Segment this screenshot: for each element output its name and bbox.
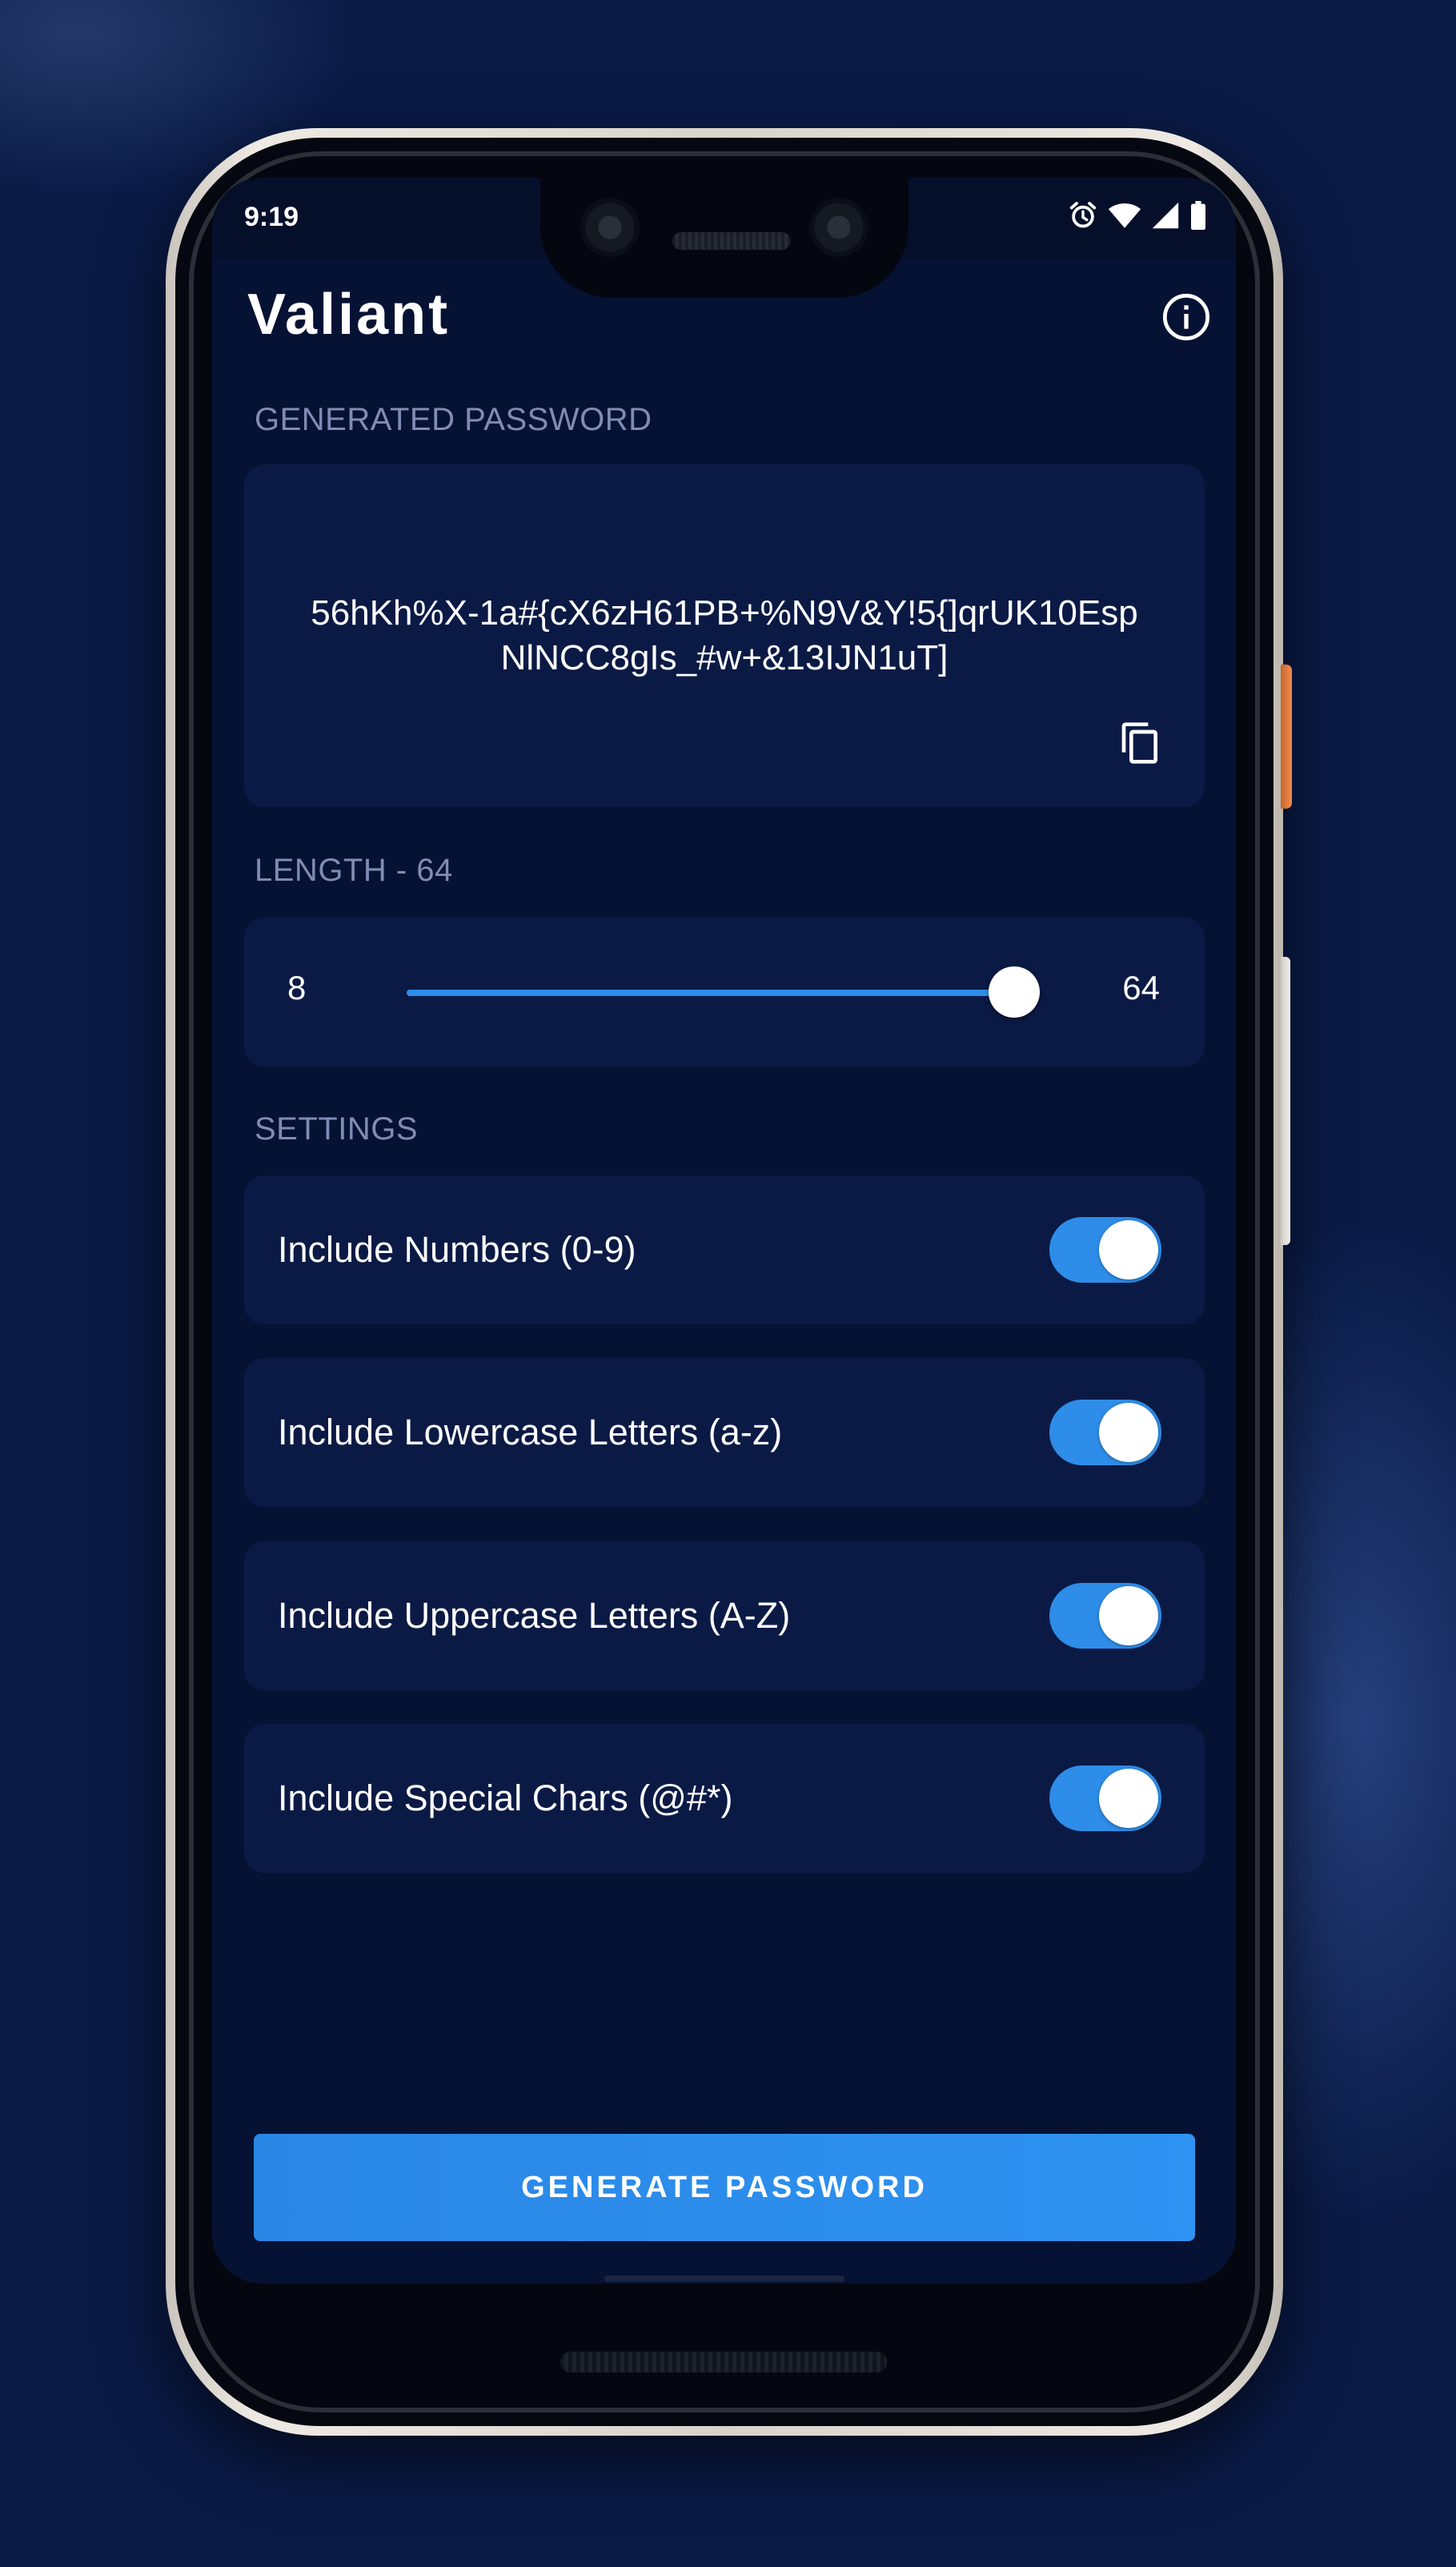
signal-icon	[1152, 202, 1179, 229]
toggle-knob	[1099, 1586, 1158, 1645]
setting-row-special-chars: Include Special Chars (@#*)	[244, 1724, 1205, 1873]
toggle-knob	[1099, 1403, 1158, 1462]
length-label: LENGTH - 64	[255, 853, 453, 888]
app-screen: 9:19 Valiant GENERATED PASSWORD 56hKh%X-…	[212, 178, 1236, 2284]
length-slider-thumb[interactable]	[989, 966, 1040, 1018]
toggle-special-chars[interactable]	[1049, 1766, 1161, 1831]
info-icon	[1162, 293, 1210, 341]
password-card: 56hKh%X-1a#{cX6zH61PB+%N9V&Y!5{]qrUK10Es…	[244, 464, 1205, 807]
copy-icon	[1121, 722, 1157, 764]
alarm-icon	[1069, 202, 1097, 228]
setting-label-numbers: Include Numbers (0-9)	[278, 1229, 636, 1270]
bottom-speaker-grille	[560, 2352, 887, 2372]
front-camera-left	[580, 198, 640, 257]
length-card: 8 64	[244, 918, 1205, 1067]
copy-button[interactable]	[1118, 719, 1163, 767]
volume-button	[1281, 957, 1290, 1245]
earpiece-speaker	[672, 232, 791, 250]
setting-label-lowercase: Include Lowercase Letters (a-z)	[278, 1412, 783, 1452]
camera-notch	[540, 178, 908, 298]
status-icons	[1068, 200, 1207, 231]
status-time: 9:19	[244, 202, 299, 232]
home-indicator	[604, 2276, 844, 2282]
battery-icon	[1191, 201, 1205, 230]
generated-password-label: GENERATED PASSWORD	[255, 402, 652, 437]
toggle-knob	[1099, 1220, 1158, 1279]
power-button	[1281, 665, 1292, 809]
info-button[interactable]	[1161, 291, 1212, 343]
toggle-uppercase[interactable]	[1049, 1583, 1161, 1649]
setting-label-uppercase: Include Uppercase Letters (A-Z)	[278, 1595, 791, 1636]
front-camera-right	[809, 198, 868, 257]
toggle-numbers[interactable]	[1049, 1217, 1161, 1283]
setting-row-numbers: Include Numbers (0-9)	[244, 1175, 1205, 1324]
wifi-icon	[1108, 203, 1141, 228]
generate-password-button[interactable]: GENERATE PASSWORD	[254, 2134, 1195, 2241]
setting-label-special-chars: Include Special Chars (@#*)	[278, 1778, 733, 1818]
length-slider-track[interactable]	[407, 990, 1020, 996]
setting-row-uppercase: Include Uppercase Letters (A-Z)	[244, 1541, 1205, 1690]
setting-row-lowercase: Include Lowercase Letters (a-z)	[244, 1358, 1205, 1507]
toggle-knob	[1099, 1769, 1158, 1828]
generated-password-text: 56hKh%X-1a#{cX6zH61PB+%N9V&Y!5{]qrUK10Es…	[311, 593, 1138, 677]
length-min-value: 8	[287, 969, 307, 1006]
toggle-lowercase[interactable]	[1049, 1400, 1161, 1465]
length-max-value: 64	[1122, 969, 1160, 1006]
app-title: Valiant	[247, 283, 451, 347]
settings-label: SETTINGS	[255, 1111, 419, 1147]
